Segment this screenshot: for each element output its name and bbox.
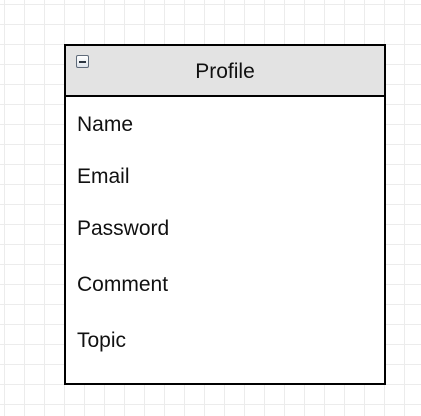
field-comment[interactable]: Comment xyxy=(77,273,168,297)
field-email[interactable]: Email xyxy=(77,165,130,189)
field-list: Name Email Password Comment Topic xyxy=(66,97,384,383)
entity-header[interactable]: Profile xyxy=(66,46,384,97)
entity-title: Profile xyxy=(195,60,255,83)
field-topic[interactable]: Topic xyxy=(77,329,126,353)
field-name[interactable]: Name xyxy=(77,113,133,137)
diagram-canvas[interactable]: Profile Name Email Password Comment Topi… xyxy=(0,0,421,416)
field-password[interactable]: Password xyxy=(77,217,169,241)
profile-entity[interactable]: Profile Name Email Password Comment Topi… xyxy=(64,44,386,385)
